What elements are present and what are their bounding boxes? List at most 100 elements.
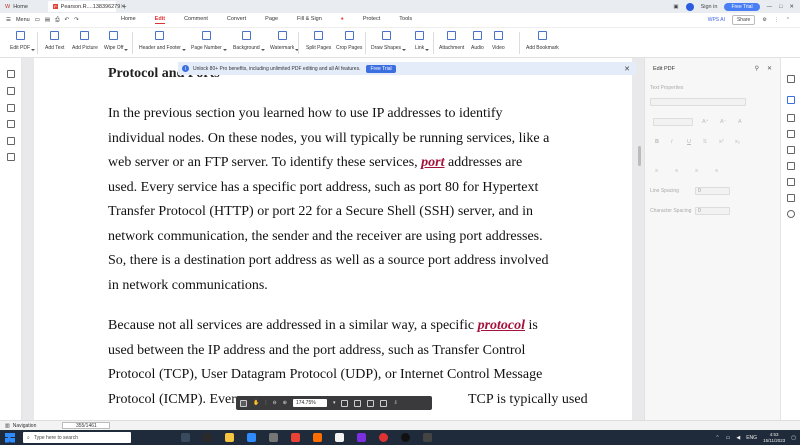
find-icon[interactable]	[787, 178, 795, 186]
print-icon[interactable]: ⎙	[55, 17, 59, 24]
menu-tab-convert[interactable]: Convert	[227, 16, 246, 24]
menu-button[interactable]: Menu	[16, 17, 30, 23]
redo-icon[interactable]: ↷	[74, 17, 79, 23]
font-family-select[interactable]	[650, 98, 746, 106]
header-and-footer-button[interactable]: Header and Footer	[139, 31, 186, 51]
split-pages-button[interactable]: Split Pages	[306, 31, 331, 51]
page-number-button[interactable]: Page Number	[191, 31, 227, 51]
chrome-icon[interactable]	[291, 433, 300, 442]
zoom-dropdown-icon[interactable]: ▾	[333, 400, 336, 406]
zoom-level-field[interactable]: 174.75%	[292, 399, 327, 407]
attachment-icon[interactable]	[7, 120, 15, 128]
menu-tab-comment[interactable]: Comment	[184, 16, 208, 24]
line-spacing-field[interactable]: 0	[695, 187, 730, 195]
wps-taskbar-icon[interactable]	[379, 433, 388, 442]
firefox-icon[interactable]	[313, 433, 322, 442]
view-mode-icon[interactable]	[354, 399, 362, 407]
crop-pages-button[interactable]: Crop Pages	[336, 31, 362, 51]
sign-in-link[interactable]: Sign in	[701, 4, 718, 10]
save-icon[interactable]: ▤	[45, 17, 50, 23]
clock[interactable]: 4:53 15/11/2023	[763, 432, 785, 444]
add-picture-button[interactable]: Add Picture	[72, 31, 98, 51]
decrease-font-icon[interactable]: A⁻	[720, 119, 727, 125]
menu-tab-protect[interactable]: Protect	[363, 16, 380, 24]
audio-button[interactable]: Audio	[471, 31, 484, 51]
banner-close-icon[interactable]: ✕	[624, 65, 630, 73]
properties-icon[interactable]	[787, 114, 795, 122]
justify-icon[interactable]: ≡	[715, 168, 718, 174]
collapse-ribbon-icon[interactable]: ⌃	[786, 17, 790, 23]
help-icon[interactable]	[787, 210, 795, 218]
close-window-icon[interactable]: ✕	[789, 4, 794, 10]
font-size-select[interactable]	[653, 118, 693, 126]
wipe-off-button[interactable]: Wipe Off	[104, 31, 129, 51]
settings-icon[interactable]: ⚙	[762, 17, 766, 23]
taskbar-search-box[interactable]: ⌕ Type here to search	[23, 432, 131, 443]
gallery-icon[interactable]	[787, 194, 795, 202]
draw-shapes-button[interactable]: Draw Shapes	[371, 31, 407, 51]
share-button[interactable]: Share	[731, 15, 756, 25]
pin-icon[interactable]: ⚲	[755, 65, 759, 72]
superscript-icon[interactable]: x²	[719, 139, 724, 145]
maximize-icon[interactable]: □	[779, 4, 782, 10]
windows-start-icon[interactable]	[5, 432, 15, 443]
translate-icon[interactable]	[787, 130, 795, 138]
navigation-icon[interactable]: ▥	[5, 423, 10, 429]
strikethrough-icon[interactable]: S	[703, 139, 707, 145]
language-indicator[interactable]: ENG	[746, 435, 757, 441]
thumbnails-icon[interactable]	[7, 87, 15, 95]
select-tool-icon[interactable]	[240, 399, 247, 407]
network-icon[interactable]: ▭	[726, 435, 731, 441]
italic-icon[interactable]: I	[671, 139, 673, 145]
subscript-icon[interactable]: x₂	[735, 139, 740, 145]
align-left-icon[interactable]: ≡	[655, 168, 658, 174]
comments-icon[interactable]	[7, 104, 15, 112]
minimize-icon[interactable]: —	[767, 4, 773, 10]
home-tab[interactable]: W Home	[0, 1, 42, 12]
hamburger-icon[interactable]: ☰	[6, 17, 11, 23]
volume-icon[interactable]: ◀	[736, 435, 740, 441]
edit-pdf-active-icon[interactable]	[787, 96, 795, 104]
menu-tab-page[interactable]: Page	[265, 16, 278, 24]
menu-tab-home[interactable]: Home	[121, 16, 136, 24]
bookmark-icon[interactable]	[7, 70, 15, 78]
banner-free-trial-button[interactable]: Free Trial	[366, 64, 396, 73]
new-tab-icon[interactable]: +	[122, 2, 127, 11]
character-spacing-field[interactable]: 0	[695, 207, 730, 215]
font-color-icon[interactable]: A	[738, 119, 742, 125]
compare-icon[interactable]	[787, 162, 795, 170]
increase-font-icon[interactable]: A⁺	[702, 119, 709, 125]
rotate-icon[interactable]	[367, 399, 375, 407]
underline-icon[interactable]: U	[687, 139, 691, 145]
menu-tab-fill-sign[interactable]: Fill & Sign	[297, 16, 322, 24]
notifications-icon[interactable]: ▢	[791, 435, 796, 441]
vertical-scrollbar[interactable]	[638, 146, 641, 166]
task-view-icon[interactable]	[181, 433, 190, 442]
hand-tool-icon[interactable]: ✋	[253, 400, 259, 406]
avatar[interactable]	[685, 2, 694, 11]
terminal-icon[interactable]	[203, 433, 212, 442]
menu-tab-tools[interactable]: Tools	[399, 16, 412, 24]
page-layout-icon[interactable]	[341, 399, 349, 407]
menu-tab-edit[interactable]: Edit	[154, 16, 166, 24]
zoom-in-icon[interactable]: ⊕	[283, 400, 287, 406]
folder-icon[interactable]: ▭	[35, 17, 40, 23]
zoom-out-icon[interactable]: ⊖	[273, 400, 277, 406]
fit-page-icon[interactable]	[380, 399, 388, 407]
free-trial-button[interactable]: Free Trial	[724, 2, 760, 11]
keyword-link[interactable]: port	[421, 155, 444, 170]
video-button[interactable]: Video	[492, 31, 505, 51]
add-text-button[interactable]: Add Text	[45, 31, 64, 51]
file-explorer-icon[interactable]	[225, 433, 234, 442]
more-icon[interactable]: ⋮	[774, 17, 779, 23]
bold-icon[interactable]: B	[655, 139, 659, 145]
more-tools-icon[interactable]: ⇩	[393, 400, 397, 406]
page-indicator-field[interactable]: 355/1461	[62, 422, 111, 429]
edit-pdf-button[interactable]: Edit PDF	[10, 31, 36, 51]
document-tab[interactable]: P Pearson.R....138396279 ✕	[48, 1, 125, 12]
edit-panel-icon[interactable]	[787, 75, 795, 83]
watermark-button[interactable]: Watermark	[270, 31, 300, 51]
keyword-link[interactable]: protocol	[478, 318, 525, 333]
app-icon[interactable]	[335, 433, 344, 442]
app-dark-icon[interactable]	[401, 433, 410, 442]
